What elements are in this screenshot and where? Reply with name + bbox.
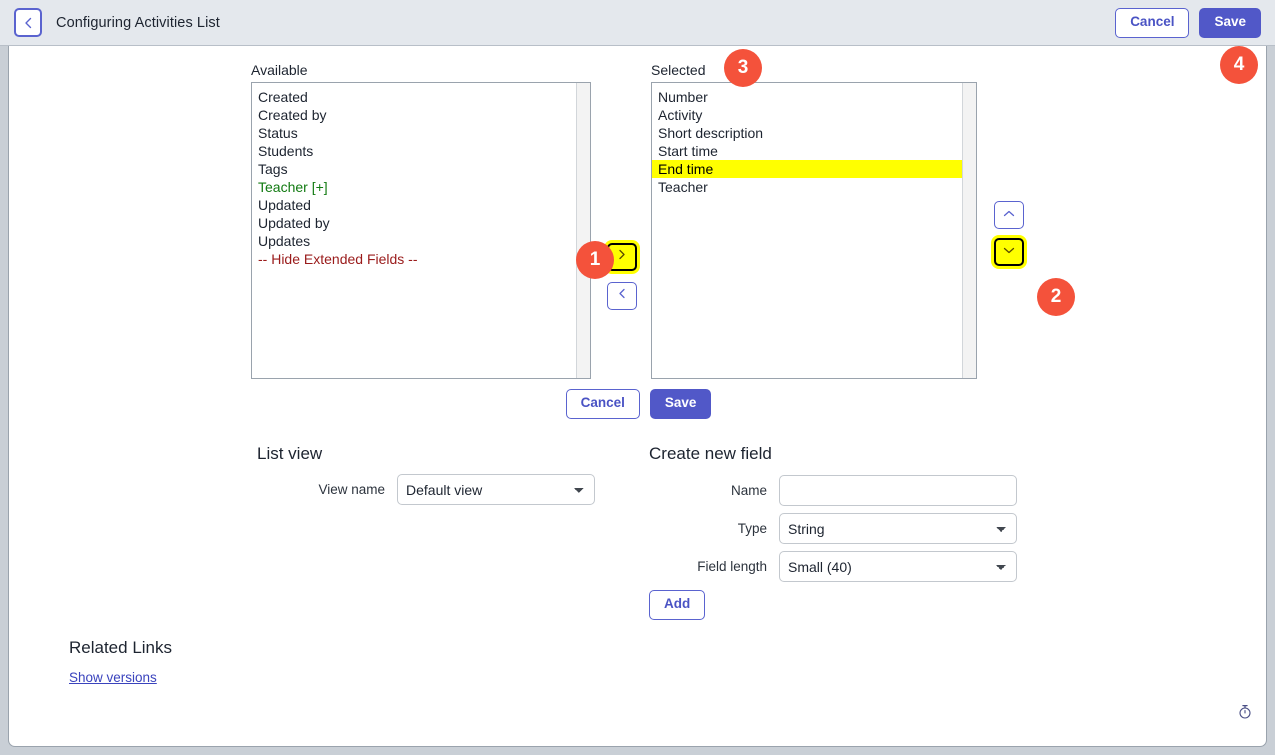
available-list-item[interactable]: Updates — [252, 232, 576, 250]
selected-scrollbar[interactable] — [962, 83, 976, 378]
selected-list-item[interactable]: Activity — [652, 106, 962, 124]
chevron-up-icon — [1002, 206, 1016, 224]
related-links-title: Related Links — [69, 638, 173, 657]
slushbucket-actions: Cancel Save — [9, 389, 1268, 419]
new-field-type-row: Type String — [649, 513, 1017, 544]
available-list-item[interactable]: Updated by — [252, 214, 576, 232]
step-badge-2: 2 — [1037, 278, 1075, 316]
available-list-items: Created Created by Status Students Tags Teach… — [252, 83, 576, 378]
chevron-down-icon — [1002, 243, 1016, 261]
available-label: Available — [251, 62, 308, 78]
selected-label: Selected — [651, 62, 706, 78]
slushbucket-save-button[interactable]: Save — [649, 389, 712, 419]
available-scrollbar[interactable] — [576, 83, 590, 378]
show-versions-link[interactable]: Show versions — [69, 670, 157, 685]
create-field-title: Create new field — [649, 444, 772, 463]
view-name-select[interactable]: Default view — [397, 474, 595, 505]
app-window: Configuring Activities List Cancel Save … — [0, 0, 1275, 755]
available-list-item[interactable]: Teacher [+] — [252, 178, 576, 196]
chevron-left-icon — [616, 287, 628, 305]
selected-list-items: Number Activity Short description Start tim… — [652, 83, 962, 378]
new-field-type-select[interactable]: String — [779, 513, 1017, 544]
step-badge-4: 4 — [1220, 46, 1258, 84]
page-content: Available Created Created by Status Student… — [8, 46, 1267, 747]
new-field-type-label: Type — [737, 521, 767, 536]
available-list-item[interactable]: Created — [252, 88, 576, 106]
new-field-name-input[interactable] — [779, 475, 1017, 506]
move-down-button[interactable] — [994, 238, 1024, 266]
selected-list-item[interactable]: Start time — [652, 142, 962, 160]
view-name-row: View name Default view — [257, 474, 595, 505]
list-view-title: List view — [257, 444, 323, 463]
header-save-button[interactable]: Save — [1199, 8, 1261, 38]
step-badge-1: 1 — [576, 241, 614, 279]
selected-listbox[interactable]: Number Activity Short description Start tim… — [651, 82, 977, 379]
header-cancel-button[interactable]: Cancel — [1115, 8, 1190, 38]
view-name-label: View name — [318, 482, 385, 497]
selected-list-item[interactable]: End time — [652, 160, 962, 178]
slushbucket: Available Created Created by Status Student… — [9, 46, 1268, 419]
selected-list-item[interactable]: Number — [652, 88, 962, 106]
new-field-name-label: Name — [730, 483, 767, 498]
available-list-item[interactable]: Tags — [252, 160, 576, 178]
available-list-item[interactable]: Status — [252, 124, 576, 142]
available-list-item[interactable]: -- Hide Extended Fields -- — [252, 250, 576, 268]
new-field-length-label: Field length — [697, 559, 767, 574]
remove-from-selected-button[interactable] — [607, 282, 637, 310]
stopwatch-icon[interactable] — [1238, 704, 1252, 724]
page-title: Configuring Activities List — [56, 14, 220, 31]
available-list-item[interactable]: Students — [252, 142, 576, 160]
available-listbox[interactable]: Created Created by Status Students Tags Teach… — [251, 82, 591, 379]
back-button[interactable] — [14, 8, 42, 37]
chevron-right-icon — [616, 248, 628, 266]
new-field-name-row: Name — [649, 475, 1017, 506]
header-actions: Cancel Save — [1115, 8, 1261, 38]
header-bar: Configuring Activities List Cancel Save — [0, 0, 1275, 46]
available-list-item[interactable]: Updated — [252, 196, 576, 214]
selected-list-item[interactable]: Short description — [652, 124, 962, 142]
selected-list-item[interactable]: Teacher — [652, 178, 962, 196]
new-field-length-select[interactable]: Small (40) — [779, 551, 1017, 582]
slushbucket-cancel-button[interactable]: Cancel — [565, 389, 640, 419]
new-field-length-row: Field length Small (40) — [649, 551, 1017, 582]
move-up-button[interactable] — [994, 201, 1024, 229]
step-badge-3: 3 — [724, 49, 762, 87]
chevron-left-icon — [22, 16, 35, 30]
add-field-button[interactable]: Add — [649, 590, 706, 620]
available-list-item[interactable]: Created by — [252, 106, 576, 124]
